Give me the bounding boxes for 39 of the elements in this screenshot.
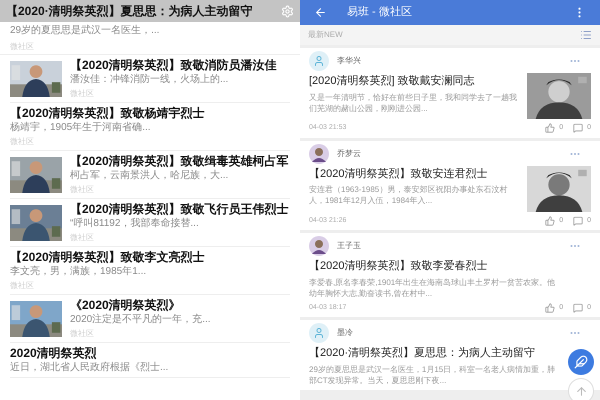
app-title: 易班 - 微社区: [347, 5, 413, 20]
article-summary: 潘汝佳：冲锋消防一线，火场上的...: [70, 74, 230, 86]
article-title[interactable]: 【2020清明祭英烈】致敬李文亮烈士: [10, 250, 290, 264]
post-summary: 李爱春,原名李春荣,1901年出生在海南岛球山丰土罗村一贫苦农家。他幼年胸怀大志,勤奋读书,曾在村中...: [309, 276, 556, 298]
article-title[interactable]: 【2020·清明祭英烈】夏思思：为病人主动留守: [6, 2, 277, 20]
article-title[interactable]: 《2020清明祭英烈》: [70, 298, 290, 312]
article-summary: 近日，湖北省人民政府根据《烈士...: [10, 362, 170, 374]
post-summary: 又是一年清明节，恰好在前些日子里，我和同学去了一趟我们芜湖的赭山公园，刚刚进公园...: [309, 92, 518, 114]
post-title[interactable]: 【2020清明祭英烈】致敬安连君烈士: [309, 166, 521, 182]
article-title[interactable]: 【2020清明祭英烈】致敬缉毒英雄柯占军: [70, 154, 290, 168]
comment-icon[interactable]: [573, 302, 584, 313]
post-title[interactable]: [2020清明祭英烈] 致敬戴安澜同志: [309, 73, 521, 90]
author-name[interactable]: 墨冷: [337, 327, 561, 339]
settings-icon[interactable]: [281, 4, 294, 18]
article-summary: 2020注定是不平凡的一年，充...: [70, 314, 212, 326]
article-summary: 29岁的夏思思是武汉一名医生，...: [9, 24, 160, 38]
article-summary: 杨靖宇，1905年生于河南省确...: [10, 122, 152, 134]
like-icon[interactable]: [545, 216, 556, 226]
post-title[interactable]: 【2020·清明祭英烈】夏思思：为病人主动留守: [309, 345, 557, 362]
like-icon[interactable]: [545, 123, 556, 134]
arrow-up-icon: [574, 384, 588, 398]
like-icon[interactable]: [545, 302, 556, 313]
article-summary: “呼叫81192，我部奉命接替...: [70, 218, 200, 230]
feather-icon: [574, 355, 588, 369]
article-title[interactable]: 【2020清明祭英烈】致敬消防员潘汝佳: [70, 58, 290, 72]
comment-icon[interactable]: [573, 123, 584, 134]
article-summary: 李文亮，男，满族，1985年1...: [10, 266, 148, 278]
article-title[interactable]: 【2020清明祭英烈】致敬杨靖宇烈士: [10, 106, 290, 120]
article-title[interactable]: 2020清明祭英烈: [10, 346, 290, 360]
comment-icon[interactable]: [573, 216, 584, 226]
article-summary: 柯占军，云南景洪人，哈尼族，大...: [70, 170, 230, 182]
author-name[interactable]: 李华兴: [337, 55, 561, 67]
post-title[interactable]: 【2020清明祭英烈】致敬李爱春烈士: [309, 258, 557, 274]
post-summary: 29岁的夏思思是武汉一名医生，1月15日，科室一名老人病情加重，肺部CT发现异常。当天，夏思思刚下夜...: [309, 364, 556, 386]
post-summary: 安连君（1963-1985）男，泰安郊区祝阳办事处东石汶村人，1981年12月入伍，1984年入...: [309, 184, 508, 206]
author-name[interactable]: 王子玉: [337, 240, 561, 252]
back-icon[interactable]: [314, 6, 327, 19]
article-title[interactable]: 【2020清明祭英烈】致敬飞行员王伟烈士: [70, 202, 290, 216]
author-name[interactable]: 乔梦云: [337, 148, 561, 160]
